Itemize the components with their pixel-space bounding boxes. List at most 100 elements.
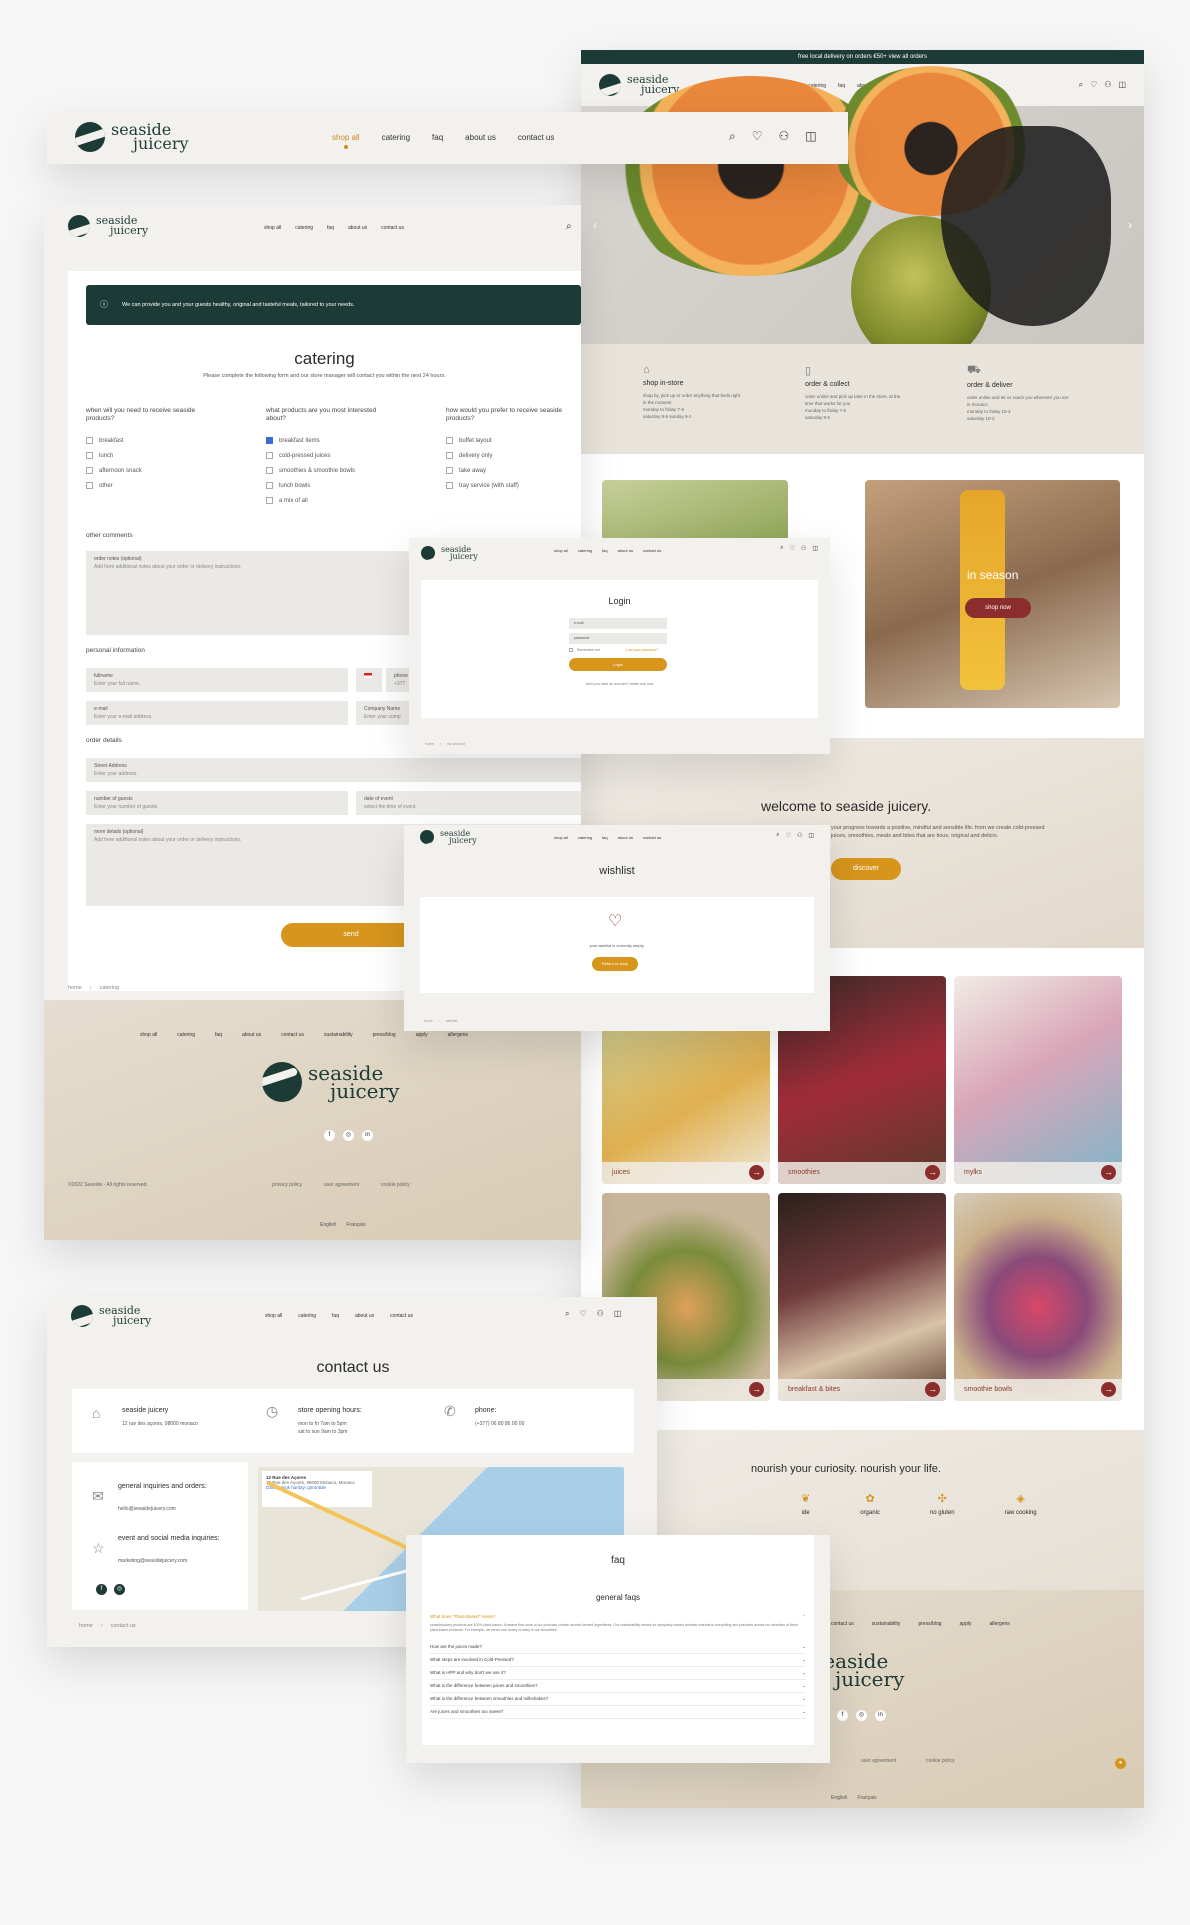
footer-legal-link[interactable]: user agreement xyxy=(324,1182,359,1188)
nav-faq[interactable]: faq xyxy=(602,835,608,840)
category-smoothie-bowls[interactable]: smoothie bowls → xyxy=(954,1193,1122,1401)
footer-link[interactable]: faq xyxy=(215,1032,222,1038)
footer-link[interactable]: press/blog xyxy=(373,1032,396,1038)
lang-english[interactable]: English xyxy=(320,1222,336,1228)
user-icon[interactable]: ⚇ xyxy=(597,1309,604,1319)
nav-shop[interactable]: shop all xyxy=(265,1313,282,1319)
footer-link[interactable]: press/blog xyxy=(918,1621,941,1627)
breadcrumb-home[interactable]: home xyxy=(68,985,82,991)
facebook-icon[interactable]: f xyxy=(837,1710,848,1721)
chat-icon[interactable]: ● xyxy=(1115,1758,1126,1769)
logo[interactable]: seaside juicery xyxy=(71,1305,151,1327)
faq-item[interactable]: What is HPP and why don't we use it? ⌄ xyxy=(430,1667,806,1680)
checkbox-option[interactable]: afternoon snack xyxy=(86,467,216,474)
nav-faq[interactable]: faq xyxy=(327,225,334,231)
checkbox-option[interactable]: delivery only xyxy=(446,452,576,459)
logo[interactable]: seaside juicery xyxy=(75,122,189,152)
nav-contact[interactable]: contact us xyxy=(643,548,661,553)
nav-shop[interactable]: shop all xyxy=(554,835,568,840)
checkbox[interactable] xyxy=(446,467,453,474)
footer-link[interactable]: catering xyxy=(177,1032,195,1038)
facebook-icon[interactable]: f xyxy=(96,1584,107,1595)
faq-item[interactable]: What steps are involved in Cold-Pressed?… xyxy=(430,1654,806,1667)
user-icon[interactable]: ⚇ xyxy=(801,545,806,552)
logo[interactable]: seaside juicery xyxy=(599,74,679,96)
nav-catering[interactable]: catering xyxy=(295,225,313,231)
checkbox[interactable] xyxy=(446,482,453,489)
logo[interactable]: seaside juicery xyxy=(68,215,148,237)
footer-link[interactable]: contact us xyxy=(281,1032,304,1038)
heart-icon[interactable]: ♡ xyxy=(790,545,795,552)
checkbox-option[interactable]: breakfast items xyxy=(266,437,396,444)
faq-item[interactable]: Are juices and smoothies too sweet? ⌄ xyxy=(430,1706,806,1719)
email-field[interactable]: e-mail Enter your e-mail address. xyxy=(86,701,348,725)
faq-item[interactable]: How are the juices made? ⌄ xyxy=(430,1641,806,1654)
guests-field[interactable]: number of guests Enter your number of gue… xyxy=(86,791,348,815)
breadcrumb-home[interactable]: home xyxy=(424,1019,433,1023)
checkbox[interactable] xyxy=(266,467,273,474)
country-select[interactable] xyxy=(356,668,382,692)
nav-faq[interactable]: faq xyxy=(332,1313,339,1319)
remember-me-checkbox[interactable]: Remember me xyxy=(569,648,600,652)
heart-icon[interactable]: ♡ xyxy=(752,129,763,144)
checkbox[interactable] xyxy=(86,437,93,444)
linkedin-icon[interactable]: in xyxy=(875,1710,886,1721)
login-password-input[interactable]: password xyxy=(569,633,667,644)
checkbox[interactable] xyxy=(569,648,573,652)
footer-legal-link[interactable]: cookie policy xyxy=(381,1182,410,1188)
nav-faq[interactable]: faq xyxy=(838,83,845,89)
arrow-right-icon[interactable]: → xyxy=(925,1382,940,1397)
breadcrumb-home[interactable]: home xyxy=(425,742,434,746)
nav-catering[interactable]: catering xyxy=(298,1313,316,1319)
category-mylks[interactable]: mylks → xyxy=(954,976,1122,1184)
footer-legal-link[interactable]: privacy policy xyxy=(272,1182,302,1188)
footer-link[interactable]: sustainability xyxy=(324,1032,353,1038)
nav-shop[interactable]: shop all xyxy=(264,225,281,231)
date-field[interactable]: date of event select the time of event. xyxy=(356,791,581,815)
search-icon[interactable]: ⌕ xyxy=(780,545,783,552)
nav-catering[interactable]: catering xyxy=(578,835,592,840)
footer-legal-link[interactable]: user agreement xyxy=(861,1758,896,1764)
checkbox-option[interactable]: a mix of all xyxy=(266,497,396,504)
footer-legal-link[interactable]: cookie policy xyxy=(926,1758,955,1764)
nav-shop[interactable]: shop all xyxy=(554,548,568,553)
bag-icon[interactable]: ◫ xyxy=(614,1309,622,1319)
checkbox-option[interactable]: lunch bowls xyxy=(266,482,396,489)
faq-item-open[interactable]: What does "Plant-Based" mean? ⌃ xyxy=(430,1611,806,1623)
street-field[interactable]: Street Address Enter your address. xyxy=(86,758,581,782)
heart-icon[interactable]: ♡ xyxy=(579,1309,586,1319)
checkbox-option[interactable]: lunch xyxy=(86,452,216,459)
arrow-right-icon[interactable]: → xyxy=(1101,1165,1116,1180)
lang-english[interactable]: English xyxy=(831,1795,847,1801)
checkbox-option[interactable]: breakfast xyxy=(86,437,216,444)
nav-about[interactable]: about us xyxy=(355,1313,374,1319)
bag-icon[interactable]: ◫ xyxy=(1118,80,1126,90)
heart-icon[interactable]: ♡ xyxy=(1090,80,1097,90)
footer-link[interactable]: shop all xyxy=(140,1032,157,1038)
nav-faq[interactable]: faq xyxy=(602,548,608,553)
search-icon[interactable]: ⌕ xyxy=(1079,80,1083,90)
bag-icon[interactable]: ◫ xyxy=(805,129,816,144)
arrow-right-icon[interactable]: → xyxy=(749,1165,764,1180)
footer-link[interactable]: sustainability xyxy=(872,1621,901,1627)
search-icon[interactable]: ⌕ xyxy=(776,832,779,839)
promo-banner[interactable]: free local delivery on orders €50+ view … xyxy=(581,50,1144,64)
nav-shop[interactable]: shop all xyxy=(332,133,360,149)
inquiry-email[interactable]: marketing@seasidejuicery.com xyxy=(118,1558,187,1564)
footer-link[interactable]: allergens xyxy=(989,1621,1009,1627)
footer-link[interactable]: apply xyxy=(416,1032,428,1038)
forgot-password-link[interactable]: Lost your password? xyxy=(626,648,658,652)
shop-now-button[interactable]: shop now xyxy=(965,598,1031,618)
arrow-right-icon[interactable]: → xyxy=(749,1382,764,1397)
footer-logo[interactable]: seaside juicery xyxy=(262,1062,399,1102)
nav-contact[interactable]: contact us xyxy=(643,835,661,840)
phone-number[interactable]: (+377) 06 80 86 00 00 xyxy=(475,1421,524,1427)
send-button[interactable]: send xyxy=(281,923,421,947)
instagram-icon[interactable]: ◎ xyxy=(856,1710,867,1721)
footer-link[interactable]: contact us xyxy=(831,1621,854,1627)
user-icon[interactable]: ⚇ xyxy=(797,832,802,839)
faq-item[interactable]: What is the difference between juices an… xyxy=(430,1680,806,1693)
logo[interactable]: seaside juicery xyxy=(420,830,477,845)
checkbox[interactable] xyxy=(266,452,273,459)
arrow-right-icon[interactable]: → xyxy=(925,1165,940,1180)
